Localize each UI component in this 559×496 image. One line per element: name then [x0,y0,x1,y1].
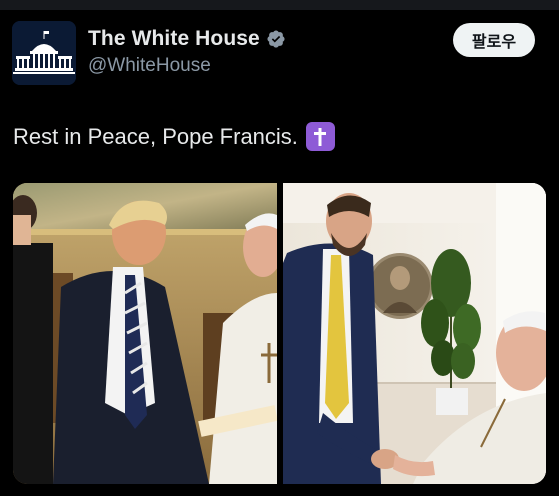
latin-cross-icon [305,122,335,151]
tweet-text-content: Rest in Peace, Pope Francis. [13,123,298,149]
tweet-media[interactable] [13,183,546,484]
verified-badge-icon [267,30,285,48]
white-house-building-icon [12,21,76,85]
display-name[interactable]: The White House [88,27,260,51]
account-name-row: The White House [88,27,286,51]
follow-button[interactable]: 팔로우 [453,23,535,57]
left-photo[interactable] [13,183,277,484]
avatar[interactable] [12,21,76,85]
tweet-text: Rest in Peace, Pope Francis. [13,122,335,151]
left-photo-image [13,183,277,484]
cross-glyph-icon [314,127,327,146]
right-photo-image [283,183,546,484]
account-handle[interactable]: @WhiteHouse [88,55,211,77]
right-photo[interactable] [283,183,546,484]
top-edge-strip [0,0,559,10]
